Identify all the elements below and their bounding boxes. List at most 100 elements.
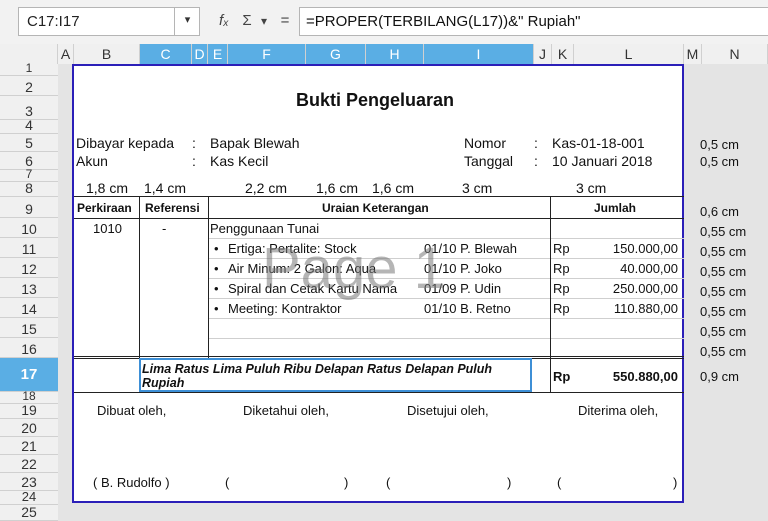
row-header-21[interactable]: 21 [0,437,58,455]
row-header-15[interactable]: 15 [0,318,58,338]
column-header-n[interactable]: N [702,44,768,64]
column-header-i[interactable]: I [424,44,534,64]
row-header-9[interactable]: 9 [0,197,58,218]
column-header-e[interactable]: E [208,44,228,64]
item-currency[interactable]: Rp [553,301,570,316]
row-header-5[interactable]: 5 [0,134,58,152]
akun-label: Akun [76,153,108,169]
item-amount[interactable]: 250.000,00 [580,281,678,296]
nomor-value[interactable]: Kas-01-18-001 [552,135,645,151]
sign-dibuat-name[interactable]: ( B. Rudolfo ) [93,475,170,490]
terbilang-text[interactable]: Lima Ratus Lima Puluh Ribu Delapan Ratus… [142,362,528,390]
dibayar-colon: : [192,135,196,151]
sign-open-paren: ( [557,475,562,490]
sign-open-paren: ( [225,475,230,490]
list-item-bullet: • [214,281,219,296]
cell-uraian[interactable]: Penggunaan Tunai [210,221,319,236]
row-header-2[interactable]: 2 [0,76,58,96]
sign-diterima-label: Diterima oleh, [578,403,659,418]
table-body-bottom-border [74,356,684,357]
row-header-19[interactable]: 19 [0,402,58,419]
sum-dropdown-icon[interactable]: ▾ [258,10,270,32]
tanggal-label: Tanggal [464,153,514,169]
sign-close-paren: ) [344,475,349,490]
row-header-17[interactable]: 17 [0,358,58,392]
row-header-14[interactable]: 14 [0,298,58,318]
column-divider [550,196,551,393]
item-desc[interactable]: Meeting: Kontraktor [228,301,341,316]
row-header-12[interactable]: 12 [0,258,58,278]
width-note-g: 1,6 cm [316,180,359,196]
column-header-k[interactable]: K [552,44,574,64]
equals-icon[interactable]: = [276,10,294,32]
column-header-c[interactable]: C [140,44,192,64]
column-header-l[interactable]: L [574,44,684,64]
sign-open-paren: ( [386,475,391,490]
sign-diketahui-label: Diketahui oleh, [243,403,329,418]
item-currency[interactable]: Rp [553,261,570,276]
width-note-h: 1,6 cm [372,180,415,196]
table-header-bottom-border [74,218,684,219]
total-currency[interactable]: Rp [553,369,570,384]
akun-colon: : [192,153,196,169]
column-header-h[interactable]: H [366,44,424,64]
item-ref[interactable]: 01/10 B. Retno [424,301,511,316]
row-header-24[interactable]: 24 [0,489,58,505]
sign-close-paren: ) [673,475,678,490]
row-height-note: 0,55 cm [700,224,747,239]
row-header-11[interactable]: 11 [0,238,58,258]
list-item-bullet: • [214,241,219,256]
tanggal-value[interactable]: 10 Januari 2018 [552,153,652,169]
column-header-b[interactable]: B [74,44,140,64]
row-height-note: 0,55 cm [700,324,747,339]
row-header-22[interactable]: 22 [0,455,58,473]
sum-icon[interactable]: Σ [238,10,256,32]
row-header-25[interactable]: 25 [0,504,58,521]
width-note-i: 3 cm [462,180,493,196]
page-margin-left [58,64,72,521]
column-header-d[interactable]: D [192,44,208,64]
total-amount[interactable]: 550.880,00 [580,369,678,384]
width-note-c: 1,4 cm [144,180,187,196]
item-currency[interactable]: Rp [553,281,570,296]
item-currency[interactable]: Rp [553,241,570,256]
list-item-bullet: • [214,301,219,316]
row-header-8[interactable]: 8 [0,180,58,197]
column-header-j[interactable]: J [534,44,552,64]
cell-perkiraan[interactable]: 1010 [93,221,122,236]
column-header-a[interactable]: A [58,44,74,64]
table-top-border [74,196,684,197]
name-box[interactable]: C17:I17 [18,7,200,36]
dibayar-value[interactable]: Bapak Blewah [210,135,300,151]
row-header-13[interactable]: 13 [0,278,58,298]
akun-value[interactable]: Kas Kecil [210,153,268,169]
row-height-note: 0,6 cm [700,204,740,219]
nomor-label: Nomor [464,135,507,151]
item-amount[interactable]: 110.880,00 [580,301,678,316]
row-header-4[interactable]: 4 [0,117,58,134]
cell-referensi[interactable]: - [162,221,166,236]
row-header-1[interactable]: 1 [0,61,58,76]
column-header-g[interactable]: G [306,44,366,64]
chevron-down-icon[interactable]: ▾ [174,7,200,36]
function-wizard-icon[interactable]: fₓ [214,10,234,32]
tanggal-colon: : [534,153,538,169]
width-note-l: 3 cm [576,180,607,196]
column-headers: A B C D E F G H I J K L M N [0,44,768,65]
nomor-colon: : [534,135,538,151]
page-title: Bukti Pengeluaran [296,90,455,110]
sign-dibuat-label: Dibuat oleh, [97,403,167,418]
header-jumlah: Jumlah [594,201,637,215]
formula-input[interactable]: =PROPER(TERBILANG(L17))&" Rupiah" [299,7,768,36]
column-header-f[interactable]: F [228,44,306,64]
table-bottom-border [74,392,684,393]
width-note-b: 1,8 cm [86,180,129,196]
row-header-10[interactable]: 10 [0,218,58,238]
row-divider [208,338,684,339]
row-height-note: 0,9 cm [700,369,740,384]
item-amount[interactable]: 150.000,00 [580,241,678,256]
item-amount[interactable]: 40.000,00 [580,261,678,276]
row-header-20[interactable]: 20 [0,419,58,437]
row-header-16[interactable]: 16 [0,338,58,358]
column-header-m[interactable]: M [684,44,702,64]
